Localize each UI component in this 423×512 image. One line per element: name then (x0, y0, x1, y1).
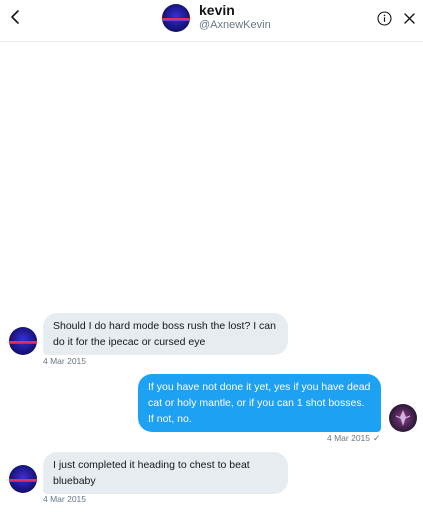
contact-handle[interactable]: @AxnewKevin (199, 19, 271, 32)
timestamp-text: 4 Mar 2015 (327, 433, 370, 443)
avatar[interactable] (9, 327, 37, 355)
message-bubble-incoming[interactable]: Should I do hard mode boss rush the lost… (43, 313, 288, 355)
avatar[interactable] (389, 404, 417, 432)
avatar[interactable] (162, 4, 190, 32)
avatar[interactable] (9, 465, 37, 493)
conversation-header: kevin @AxnewKevin (0, 0, 423, 42)
close-icon[interactable] (403, 12, 416, 25)
info-icon[interactable] (377, 11, 392, 26)
message-timestamp: 4 Mar 2015 (43, 494, 86, 504)
back-arrow-icon[interactable] (8, 8, 24, 26)
contact-name[interactable]: kevin (199, 2, 235, 18)
message-bubble-incoming[interactable]: I just completed it heading to chest to … (43, 452, 288, 494)
message-timestamp: 4 Mar 2015 ✓ (327, 433, 381, 443)
sent-check-icon: ✓ (373, 433, 381, 443)
message-timestamp: 4 Mar 2015 (43, 356, 86, 366)
message-bubble-outgoing[interactable]: If you have not done it yet, yes if you … (138, 374, 381, 432)
